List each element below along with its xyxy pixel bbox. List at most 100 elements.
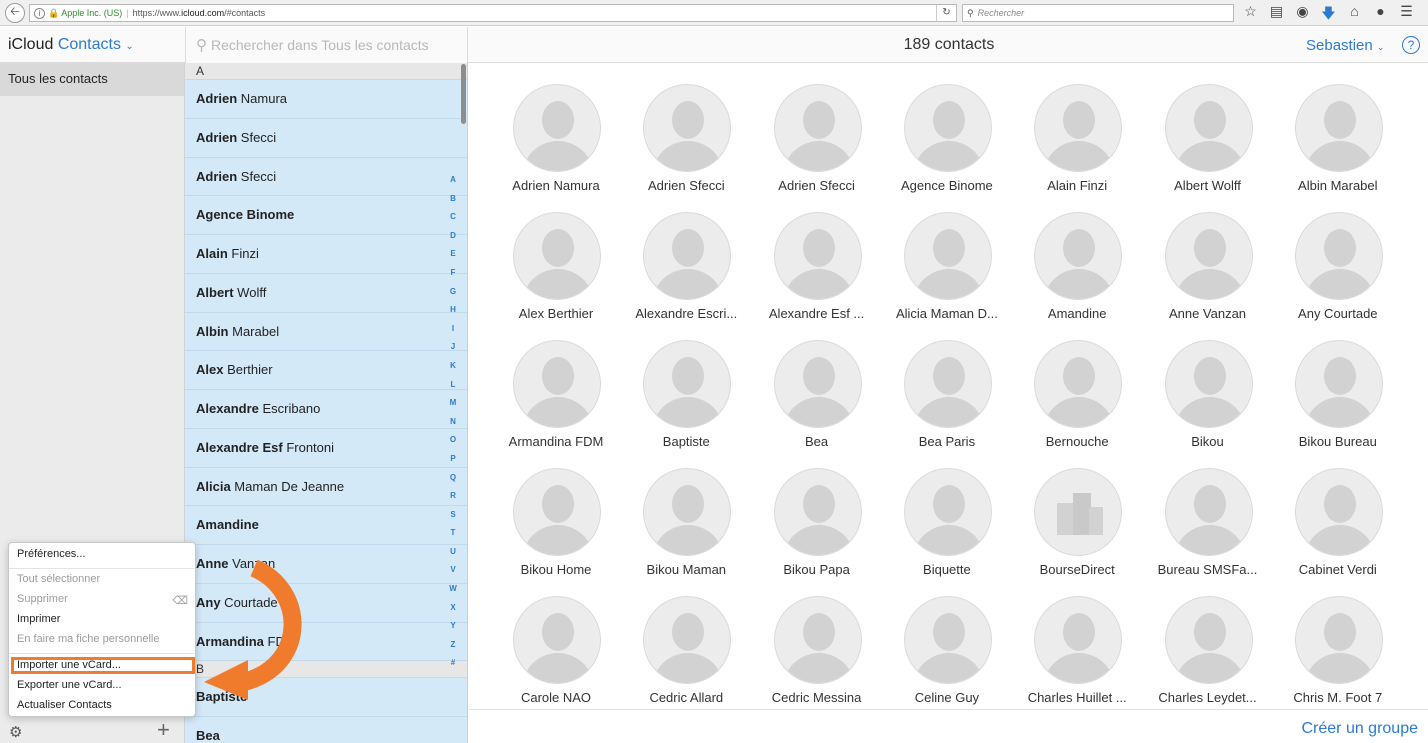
- contact-card[interactable]: Cabinet Verdi: [1273, 447, 1403, 577]
- contact-list-row[interactable]: Alex Berthier: [185, 351, 467, 390]
- contact-card[interactable]: Charles Huillet ...: [1012, 575, 1142, 705]
- hamburger-menu-icon[interactable]: ☰: [1398, 3, 1415, 27]
- reload-icon[interactable]: ↻: [936, 5, 956, 21]
- contact-list-row[interactable]: Adrien Sfecci: [185, 119, 467, 158]
- contact-card[interactable]: Agence Binome: [882, 63, 1012, 193]
- menu-make-my-card[interactable]: En faire ma fiche personnelle: [17, 633, 159, 645]
- contact-card[interactable]: Charles Leydet...: [1143, 575, 1273, 705]
- contact-list-row[interactable]: Alicia Maman De Jeanne: [185, 468, 467, 507]
- alphabet-letter[interactable]: E: [447, 245, 459, 264]
- alphabet-letter[interactable]: N: [447, 413, 459, 432]
- contact-card[interactable]: Alexandre Escri...: [621, 191, 751, 321]
- contact-card[interactable]: Alain Finzi: [1012, 63, 1142, 193]
- contact-card[interactable]: Anne Vanzan: [1143, 191, 1273, 321]
- alphabet-letter[interactable]: Y: [447, 617, 459, 636]
- contact-card[interactable]: Armandina FDM: [491, 319, 621, 449]
- contact-card[interactable]: Alex Berthier: [491, 191, 621, 321]
- contact-list-row[interactable]: Albin Marabel: [185, 313, 467, 352]
- menu-select-all[interactable]: Tout sélectionner: [17, 573, 100, 585]
- alphabet-letter[interactable]: J: [447, 338, 459, 357]
- alphabet-letter[interactable]: W: [447, 580, 459, 599]
- gear-icon[interactable]: ⚙: [9, 723, 22, 741]
- contact-list-row[interactable]: Adrien Namura: [185, 80, 467, 119]
- contact-card[interactable]: Bernouche: [1012, 319, 1142, 449]
- contact-card[interactable]: Albin Marabel: [1273, 63, 1403, 193]
- user-menu[interactable]: Sebastien ⌄: [1306, 37, 1384, 54]
- contact-card[interactable]: Biquette: [882, 447, 1012, 577]
- contact-list-row[interactable]: Alain Finzi: [185, 235, 467, 274]
- alphabet-letter[interactable]: X: [447, 599, 459, 618]
- alphabet-letter[interactable]: T: [447, 524, 459, 543]
- menu-refresh-contacts[interactable]: Actualiser Contacts: [17, 699, 112, 711]
- contact-card[interactable]: Baptiste: [621, 319, 751, 449]
- contact-list-row[interactable]: Albert Wolff: [185, 274, 467, 313]
- alphabet-letter[interactable]: A: [447, 171, 459, 190]
- menu-preferences[interactable]: Préférences...: [17, 548, 85, 560]
- contact-card[interactable]: Bureau SMSFa...: [1143, 447, 1273, 577]
- address-bar[interactable]: i 🔒 Apple Inc. (US) | https://www. icloud…: [29, 4, 957, 22]
- alphabet-letter[interactable]: O: [447, 431, 459, 450]
- contact-card[interactable]: Adrien Namura: [491, 63, 621, 193]
- alphabet-letter[interactable]: Z: [447, 636, 459, 655]
- alphabet-letter[interactable]: R: [447, 487, 459, 506]
- contact-card[interactable]: Adrien Sfecci: [621, 63, 751, 193]
- reading-list-icon[interactable]: ▤: [1268, 3, 1285, 27]
- alphabet-letter[interactable]: S: [447, 506, 459, 525]
- contact-card[interactable]: Any Courtade: [1273, 191, 1403, 321]
- contact-card[interactable]: Adrien Sfecci: [752, 63, 882, 193]
- alphabet-letter[interactable]: C: [447, 208, 459, 227]
- alphabet-letter[interactable]: P: [447, 450, 459, 469]
- contact-card[interactable]: Cedric Allard: [621, 575, 751, 705]
- menu-delete[interactable]: Supprimer: [17, 593, 68, 605]
- alphabet-letter[interactable]: G: [447, 283, 459, 302]
- contact-list-row[interactable]: Bea: [185, 717, 467, 743]
- contact-list-row[interactable]: Amandine: [185, 506, 467, 545]
- menu-print[interactable]: Imprimer: [17, 613, 60, 625]
- contact-card[interactable]: Bikou Home: [491, 447, 621, 577]
- app-switcher[interactable]: iCloud Contacts ⌄: [8, 36, 134, 54]
- contact-card[interactable]: Chris M. Foot 7: [1273, 575, 1403, 705]
- home-icon[interactable]: ⌂: [1346, 3, 1363, 27]
- contact-list-row[interactable]: Alexandre Esf Frontoni: [185, 429, 467, 468]
- contact-card[interactable]: Albert Wolff: [1143, 63, 1273, 193]
- contact-card[interactable]: Bikou: [1143, 319, 1273, 449]
- alphabet-index[interactable]: A B C D E F G H I J K L M N O P Q R S T U V W X Y Z #: [447, 171, 459, 673]
- alphabet-letter[interactable]: F: [447, 264, 459, 283]
- alphabet-letter[interactable]: B: [447, 190, 459, 209]
- contact-card[interactable]: Bea: [752, 319, 882, 449]
- download-icon[interactable]: 🡇: [1320, 3, 1337, 27]
- group-all-contacts[interactable]: Tous les contacts: [0, 63, 184, 96]
- info-icon[interactable]: i: [34, 7, 45, 19]
- back-arrow-icon[interactable]: 🡠: [5, 2, 25, 23]
- contact-card[interactable]: Alexandre Esf ...: [752, 191, 882, 321]
- contact-card[interactable]: Bikou Papa: [752, 447, 882, 577]
- alphabet-letter[interactable]: D: [447, 227, 459, 246]
- add-contact-icon[interactable]: +: [157, 717, 170, 743]
- alphabet-letter[interactable]: #: [447, 654, 459, 673]
- alphabet-letter[interactable]: I: [447, 320, 459, 339]
- pocket-icon[interactable]: ◉: [1294, 3, 1311, 27]
- help-button[interactable]: ?: [1402, 36, 1420, 54]
- contact-list-row[interactable]: Adrien Sfecci: [185, 158, 467, 197]
- menu-export-vcard[interactable]: Exporter une vCard...: [17, 679, 122, 691]
- alphabet-letter[interactable]: L: [447, 376, 459, 395]
- contact-card[interactable]: BourseDirect: [1012, 447, 1142, 577]
- contact-card[interactable]: Bikou Bureau: [1273, 319, 1403, 449]
- alphabet-letter[interactable]: V: [447, 561, 459, 580]
- alphabet-letter[interactable]: U: [447, 543, 459, 562]
- list-scrollbar[interactable]: [461, 64, 466, 124]
- alphabet-letter[interactable]: H: [447, 301, 459, 320]
- contact-card[interactable]: Cedric Messina: [752, 575, 882, 705]
- contact-card[interactable]: Carole NAO: [491, 575, 621, 705]
- chat-icon[interactable]: ●: [1372, 3, 1389, 27]
- alphabet-letter[interactable]: Q: [447, 469, 459, 488]
- star-icon[interactable]: ☆: [1242, 3, 1259, 27]
- contact-list-row[interactable]: Alexandre Escribano: [185, 390, 467, 429]
- contact-card[interactable]: Celine Guy: [882, 575, 1012, 705]
- alphabet-letter[interactable]: K: [447, 357, 459, 376]
- browser-search-input[interactable]: ⚲ Rechercher: [962, 4, 1234, 22]
- contact-card[interactable]: Amandine: [1012, 191, 1142, 321]
- contact-card[interactable]: Bea Paris: [882, 319, 1012, 449]
- contacts-search-input[interactable]: ⚲ Rechercher dans Tous les contacts: [185, 27, 468, 63]
- contact-card[interactable]: Bikou Maman: [621, 447, 751, 577]
